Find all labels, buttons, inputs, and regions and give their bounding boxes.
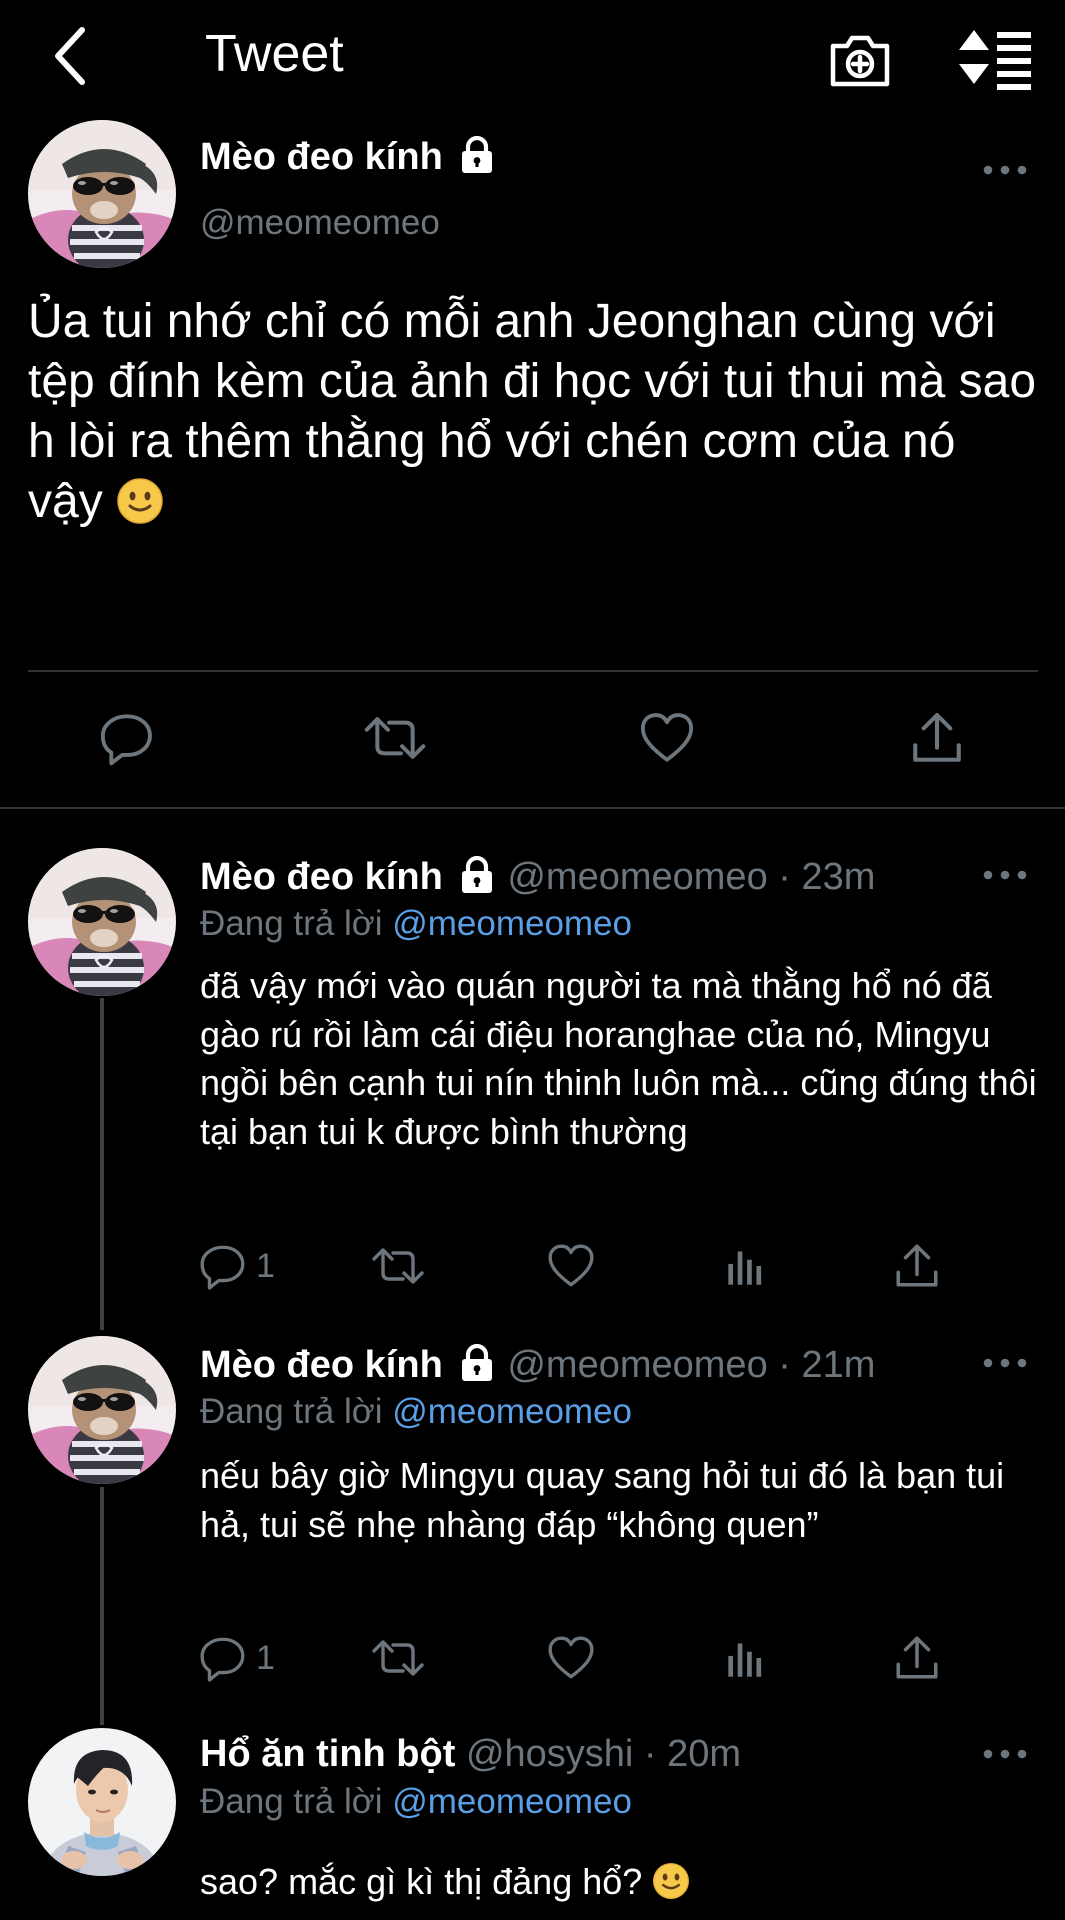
slightly-smiling-face-icon — [652, 1862, 690, 1900]
reply-avatar[interactable] — [28, 1336, 176, 1484]
timestamp[interactable]: 20m — [667, 1733, 741, 1775]
lock-icon — [457, 135, 497, 175]
reply-header: Hổ ăn tinh bột @hosyshi · 20m — [200, 1733, 741, 1776]
analytics-icon — [720, 1633, 770, 1683]
back-button[interactable] — [40, 22, 110, 92]
lock-icon — [457, 1343, 497, 1383]
main-tweet-text: Ủa tui nhớ chỉ có mỗi anh Jeonghan cùng … — [28, 292, 1038, 532]
reply-button[interactable]: 1 — [198, 1236, 275, 1296]
display-name: Mèo đeo kính — [200, 136, 443, 178]
replying-label: Đang trả lời — [200, 1392, 383, 1431]
share-icon — [892, 1241, 942, 1291]
camera-button[interactable] — [825, 24, 895, 94]
retweet-icon — [370, 1633, 426, 1683]
replying-to: Đang trả lời @meomeomeo — [200, 1392, 632, 1432]
reply-avatar[interactable] — [28, 848, 176, 996]
thread-connector — [100, 1487, 104, 1725]
thread-connector — [100, 998, 104, 1330]
replying-label: Đang trả lời — [200, 1782, 383, 1821]
reply-avatar[interactable] — [28, 1728, 176, 1876]
reply-header: Mèo đeo kính @meomeomeo · 21m — [200, 1344, 875, 1387]
page-title: Tweet — [205, 25, 344, 83]
retweet-button[interactable] — [370, 1236, 426, 1296]
like-button[interactable] — [546, 1236, 596, 1296]
separator: · — [767, 1344, 802, 1386]
heart-icon — [546, 1241, 596, 1291]
reply-button[interactable] — [98, 708, 156, 768]
handle[interactable]: @hosyshi — [466, 1733, 633, 1775]
retweet-button[interactable] — [362, 708, 428, 768]
handle[interactable]: @meomeomeo — [507, 856, 767, 898]
mention-link[interactable]: @meomeomeo — [392, 904, 632, 943]
share-button[interactable] — [892, 1628, 942, 1688]
reply-text: đã vậy mới vào quán người ta mà thằng hổ… — [200, 965, 1037, 1152]
reply-count: 1 — [256, 1246, 275, 1285]
divider — [0, 807, 1065, 809]
analytics-button[interactable] — [720, 1628, 770, 1688]
camera-plus-icon — [830, 35, 890, 87]
top-bar: Tweet — [0, 0, 1065, 118]
reply-icon — [98, 709, 156, 767]
slightly-smiling-face-icon — [116, 477, 164, 525]
main-tweet-author[interactable]: Mèo đeo kính — [200, 136, 497, 179]
retweet-button[interactable] — [370, 1628, 426, 1688]
reply-text: sao? mắc gì kì thị đảng hổ? — [200, 1858, 1040, 1907]
heart-icon — [638, 709, 696, 767]
more-options-icon[interactable] — [980, 1742, 1030, 1766]
main-tweet-avatar[interactable] — [28, 120, 176, 268]
heart-icon — [546, 1633, 596, 1683]
replying-label: Đang trả lời — [200, 904, 383, 943]
mention-link[interactable]: @meomeomeo — [392, 1782, 632, 1821]
lock-icon — [457, 855, 497, 895]
more-options-icon[interactable] — [980, 1351, 1030, 1375]
more-options-icon[interactable] — [980, 863, 1030, 887]
replying-to: Đang trả lời @meomeomeo — [200, 1782, 632, 1822]
sort-toggle-icon — [959, 30, 1031, 90]
tweet-body: Ủa tui nhớ chỉ có mỗi anh Jeonghan cùng … — [28, 295, 1037, 528]
reply-header: Mèo đeo kính @meomeomeo · 23m — [200, 856, 875, 899]
share-button[interactable] — [892, 1236, 942, 1296]
more-options-icon[interactable] — [980, 158, 1030, 182]
retweet-icon — [362, 709, 428, 767]
sort-button[interactable] — [955, 24, 1035, 94]
display-name[interactable]: Hổ ăn tinh bột — [200, 1733, 455, 1775]
share-icon — [908, 709, 966, 767]
share-icon — [892, 1633, 942, 1683]
mention-link[interactable]: @meomeomeo — [392, 1392, 632, 1431]
timestamp[interactable]: 23m — [801, 856, 875, 898]
back-arrow-icon — [55, 27, 85, 85]
reply-icon — [198, 1633, 248, 1683]
reply-body: sao? mắc gì kì thị đảng hổ? — [200, 1861, 643, 1902]
share-button[interactable] — [908, 708, 966, 768]
analytics-button[interactable] — [720, 1236, 770, 1296]
reply-count: 1 — [256, 1638, 275, 1677]
reply-text: nếu bây giờ Mingyu quay sang hỏi tui đó … — [200, 1455, 1005, 1545]
main-tweet-handle[interactable]: @meomeomeo — [200, 203, 440, 243]
display-name[interactable]: Mèo đeo kính — [200, 856, 443, 898]
reply-icon — [198, 1241, 248, 1291]
reply-button[interactable]: 1 — [198, 1628, 275, 1688]
timestamp[interactable]: 21m — [801, 1344, 875, 1386]
replying-to: Đang trả lời @meomeomeo — [200, 904, 632, 944]
separator: · — [767, 856, 802, 898]
separator: · — [633, 1733, 668, 1775]
analytics-icon — [720, 1241, 770, 1291]
handle[interactable]: @meomeomeo — [507, 1344, 767, 1386]
like-button[interactable] — [546, 1628, 596, 1688]
retweet-icon — [370, 1241, 426, 1291]
divider — [28, 670, 1038, 672]
like-button[interactable] — [638, 708, 696, 768]
display-name[interactable]: Mèo đeo kính — [200, 1344, 443, 1386]
